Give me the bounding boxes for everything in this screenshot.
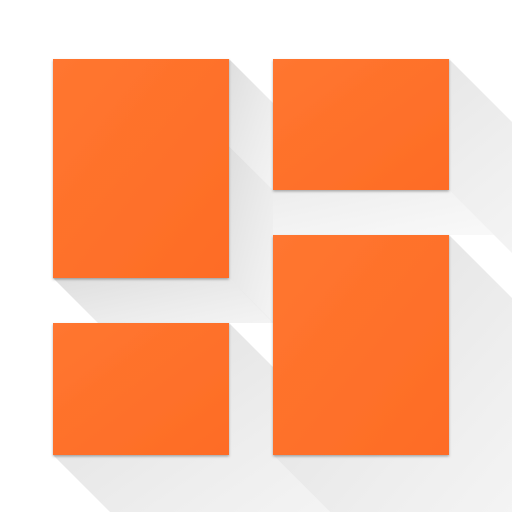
tile-bottom-left <box>53 323 229 455</box>
tile-bottom-right <box>273 235 449 455</box>
app-icon-canvas <box>0 0 512 512</box>
tile-top-left <box>53 59 229 278</box>
tile-top-right <box>273 59 449 190</box>
dashboard-grid-icon <box>53 59 449 455</box>
